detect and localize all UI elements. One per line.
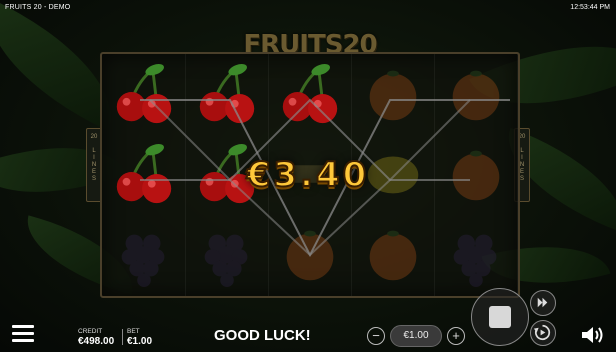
lines-count: 20 [90, 134, 98, 140]
orange-symbol [434, 134, 517, 214]
bet-display: BET €1.00 [127, 328, 152, 347]
cherry-symbol [268, 54, 351, 134]
credit-display: CREDIT €498.00 [78, 328, 114, 347]
autoplay-button[interactable] [530, 320, 556, 346]
cherry-symbol [102, 134, 185, 214]
credit-value: €498.00 [78, 336, 115, 347]
orange-symbol [351, 214, 434, 294]
bet-value: €1.00 [127, 336, 153, 347]
orange-symbol [351, 54, 434, 134]
game-title: FRUITS 20 - DEMO [5, 4, 71, 11]
reel [102, 54, 186, 296]
spin-stop-button[interactable] [471, 288, 529, 346]
win-amount: €3.40 [246, 154, 370, 196]
orange-symbol [434, 54, 517, 134]
autoplay-icon [533, 324, 551, 341]
hamburger-menu-icon[interactable] [12, 325, 34, 343]
sound-button[interactable] [580, 324, 606, 346]
increase-bet-button[interactable]: + [447, 327, 465, 345]
cherry-symbol [102, 54, 185, 134]
status-message: GOOD LUCK! [214, 327, 311, 344]
credit-label: CREDIT [78, 328, 103, 335]
lines-label: LINES [91, 148, 97, 182]
reel [434, 54, 518, 296]
turbo-button[interactable] [530, 290, 556, 316]
bet-label: BET [127, 328, 140, 335]
stop-icon [489, 306, 511, 328]
grapes-symbol [185, 214, 268, 294]
cherry-symbol [185, 54, 268, 134]
fast-forward-icon [537, 297, 548, 308]
bet-amount-pill[interactable]: €1.00 [390, 325, 442, 347]
grapes-symbol [102, 214, 185, 294]
orange-symbol [268, 214, 351, 294]
top-bar: FRUITS 20 - DEMO 12:53:44 PM [0, 0, 616, 14]
divider [122, 329, 123, 345]
grapes-symbol [434, 214, 517, 294]
speaker-icon [582, 327, 603, 343]
decrease-bet-button[interactable]: − [367, 327, 385, 345]
clock: 12:53:44 PM [570, 4, 610, 11]
